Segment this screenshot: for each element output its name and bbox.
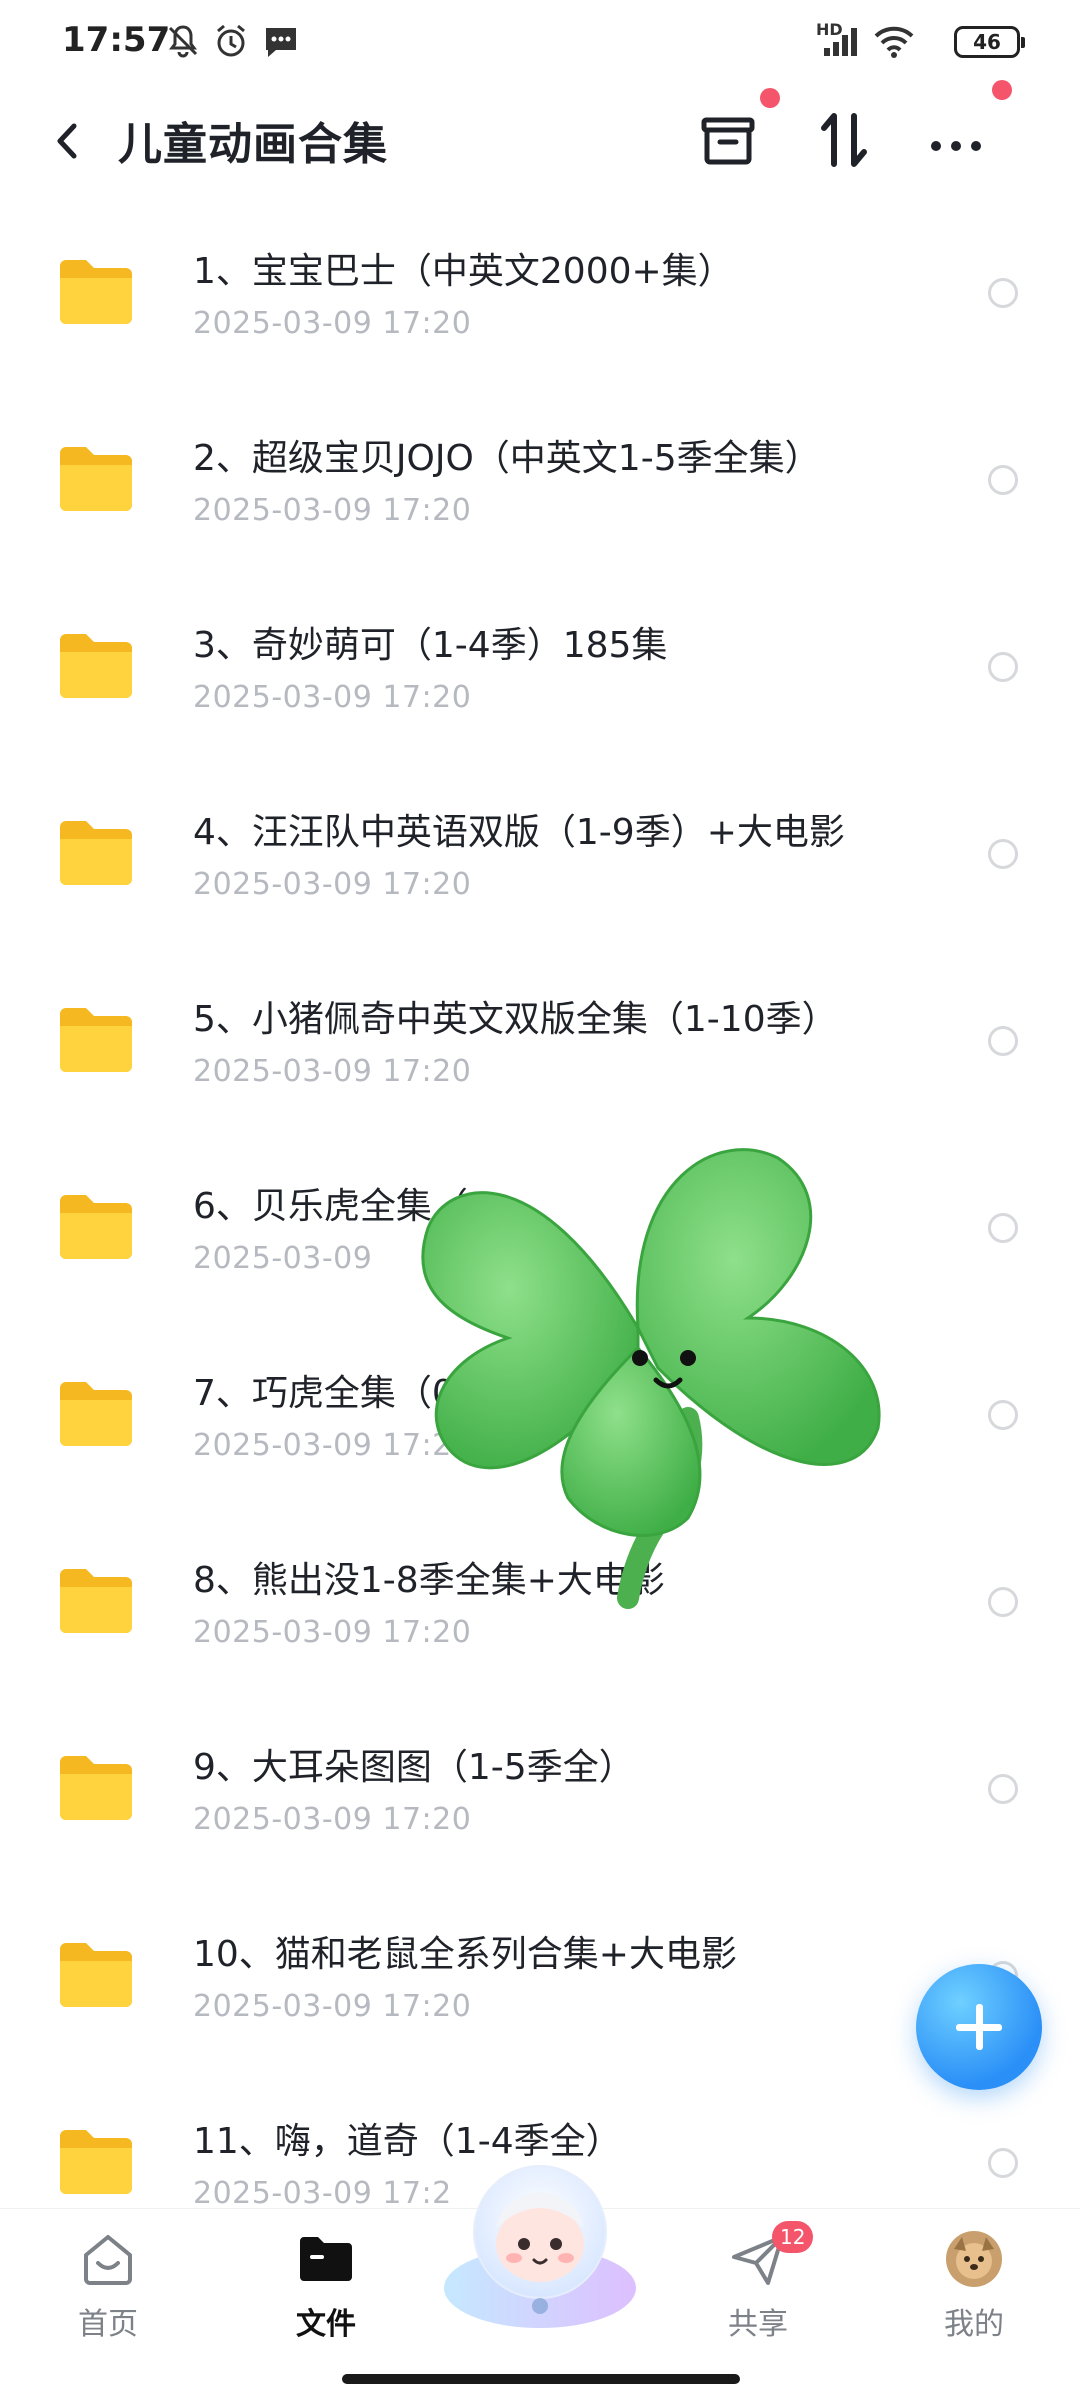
folder-icon: [60, 1756, 132, 1820]
alarm-icon: [217, 24, 245, 57]
select-checkbox[interactable]: [988, 278, 1018, 308]
avatar-icon: [946, 2231, 1002, 2287]
file-name: 11、嗨，道奇（1-4季全）: [193, 2121, 622, 2162]
folder-icon: [300, 2237, 352, 2281]
file-name: 2、超级宝贝JOJO（中英文1-5季全集）: [193, 438, 821, 479]
select-checkbox[interactable]: [988, 1774, 1018, 1804]
nav-home-label: 首页: [78, 2307, 138, 2342]
file-name: 5、小猪佩奇中英文双版全集（1-10季）: [193, 999, 838, 1040]
file-row[interactable]: 2、超级宝贝JOJO（中英文1-5季全集） 2025-03-09 17:20: [0, 387, 1080, 574]
file-name: 1、宝宝巴士（中英文2000+集）: [193, 251, 734, 292]
file-date: 2025-03-09 17:20: [193, 1802, 472, 1837]
mascot-icon[interactable]: [438, 2158, 642, 2328]
file-row[interactable]: 3、奇妙萌可（1-4季）185集 2025-03-09 17:20: [0, 574, 1080, 761]
folder-icon: [60, 2130, 132, 2194]
file-name: 3、奇妙萌可（1-4季）185集: [193, 625, 668, 666]
home-icon: [84, 2235, 132, 2285]
file-date: 2025-03-09 17:20: [193, 680, 472, 715]
status-time: 17:57: [62, 20, 171, 60]
more-icon[interactable]: [918, 102, 994, 178]
nav-share[interactable]: 12 共享: [688, 2221, 828, 2349]
nav-home[interactable]: 首页: [38, 2229, 178, 2349]
wifi-icon: [874, 26, 914, 58]
select-checkbox[interactable]: [988, 839, 1018, 869]
nav-files[interactable]: 文件: [256, 2229, 396, 2349]
folder-icon: [60, 1195, 132, 1259]
folder-icon: [60, 260, 132, 324]
folder-icon: [60, 447, 132, 511]
select-checkbox[interactable]: [988, 652, 1018, 682]
sort-icon[interactable]: [806, 102, 882, 178]
select-checkbox[interactable]: [988, 1213, 1018, 1243]
nav-share-label: 共享: [728, 2307, 788, 2342]
file-date: 2025-03-09 17:20: [193, 1989, 472, 2024]
more-notification-dot: [992, 80, 1012, 100]
status-bar: 17:57 HD 46: [0, 0, 1080, 80]
nav-files-label: 文件: [296, 2307, 356, 2342]
nav-me-label: 我的: [944, 2307, 1004, 2342]
archive-icon[interactable]: [690, 102, 766, 178]
select-checkbox[interactable]: [988, 465, 1018, 495]
add-button[interactable]: [916, 1964, 1042, 2090]
file-row[interactable]: 4、汪汪队中英语双版（1-9季）+大电影 2025-03-09 17:20: [0, 761, 1080, 948]
file-row[interactable]: 9、大耳朵图图（1-5季全） 2025-03-09 17:20: [0, 1696, 1080, 1883]
home-indicator[interactable]: [342, 2374, 740, 2384]
message-icon: [266, 28, 296, 57]
archive-notification-dot: [760, 88, 780, 108]
file-date: 2025-03-09 17:2: [193, 2176, 452, 2211]
select-checkbox[interactable]: [988, 1587, 1018, 1617]
select-checkbox[interactable]: [988, 2148, 1018, 2178]
folder-icon: [60, 1382, 132, 1446]
file-name: 10、猫和老鼠全系列合集+大电影: [193, 1934, 737, 1975]
select-checkbox[interactable]: [988, 1026, 1018, 1056]
page-title: 儿童动画合集: [118, 119, 388, 170]
select-checkbox[interactable]: [988, 1400, 1018, 1430]
file-row[interactable]: 5、小猪佩奇中英文双版全集（1-10季） 2025-03-09 17:20: [0, 948, 1080, 1135]
nav-me[interactable]: 我的: [904, 2229, 1044, 2349]
file-name: 9、大耳朵图图（1-5季全）: [193, 1747, 635, 1788]
clover-sticker[interactable]: [388, 1118, 908, 1658]
share-badge: 12: [772, 2221, 814, 2253]
file-date: 2025-03-09 17:20: [193, 493, 472, 528]
folder-icon: [60, 1569, 132, 1633]
folder-icon: [60, 634, 132, 698]
mute-bell-icon: [168, 25, 198, 58]
top-app-bar: 儿童动画合集: [0, 80, 1080, 198]
file-date: 2025-03-09 17:20: [193, 867, 472, 902]
folder-icon: [60, 1008, 132, 1072]
signal-icon: [824, 28, 857, 56]
folder-icon: [60, 821, 132, 885]
folder-icon: [60, 1943, 132, 2007]
file-date: 2025-03-09 17:20: [193, 1054, 472, 1089]
file-row[interactable]: 1、宝宝巴士（中英文2000+集） 2025-03-09 17:20: [0, 200, 1080, 387]
chevron-left-icon[interactable]: [40, 106, 96, 176]
file-date: 2025-03-09: [193, 1241, 373, 1276]
battery-icon: 46: [954, 26, 1025, 58]
file-date: 2025-03-09 17:20: [193, 306, 472, 341]
app-screen: 17:57 HD 46 儿童动画合集 1、宝宝巴士（中英文2000+集） 202…: [0, 0, 1080, 2400]
file-name: 4、汪汪队中英语双版（1-9季）+大电影: [193, 812, 845, 853]
